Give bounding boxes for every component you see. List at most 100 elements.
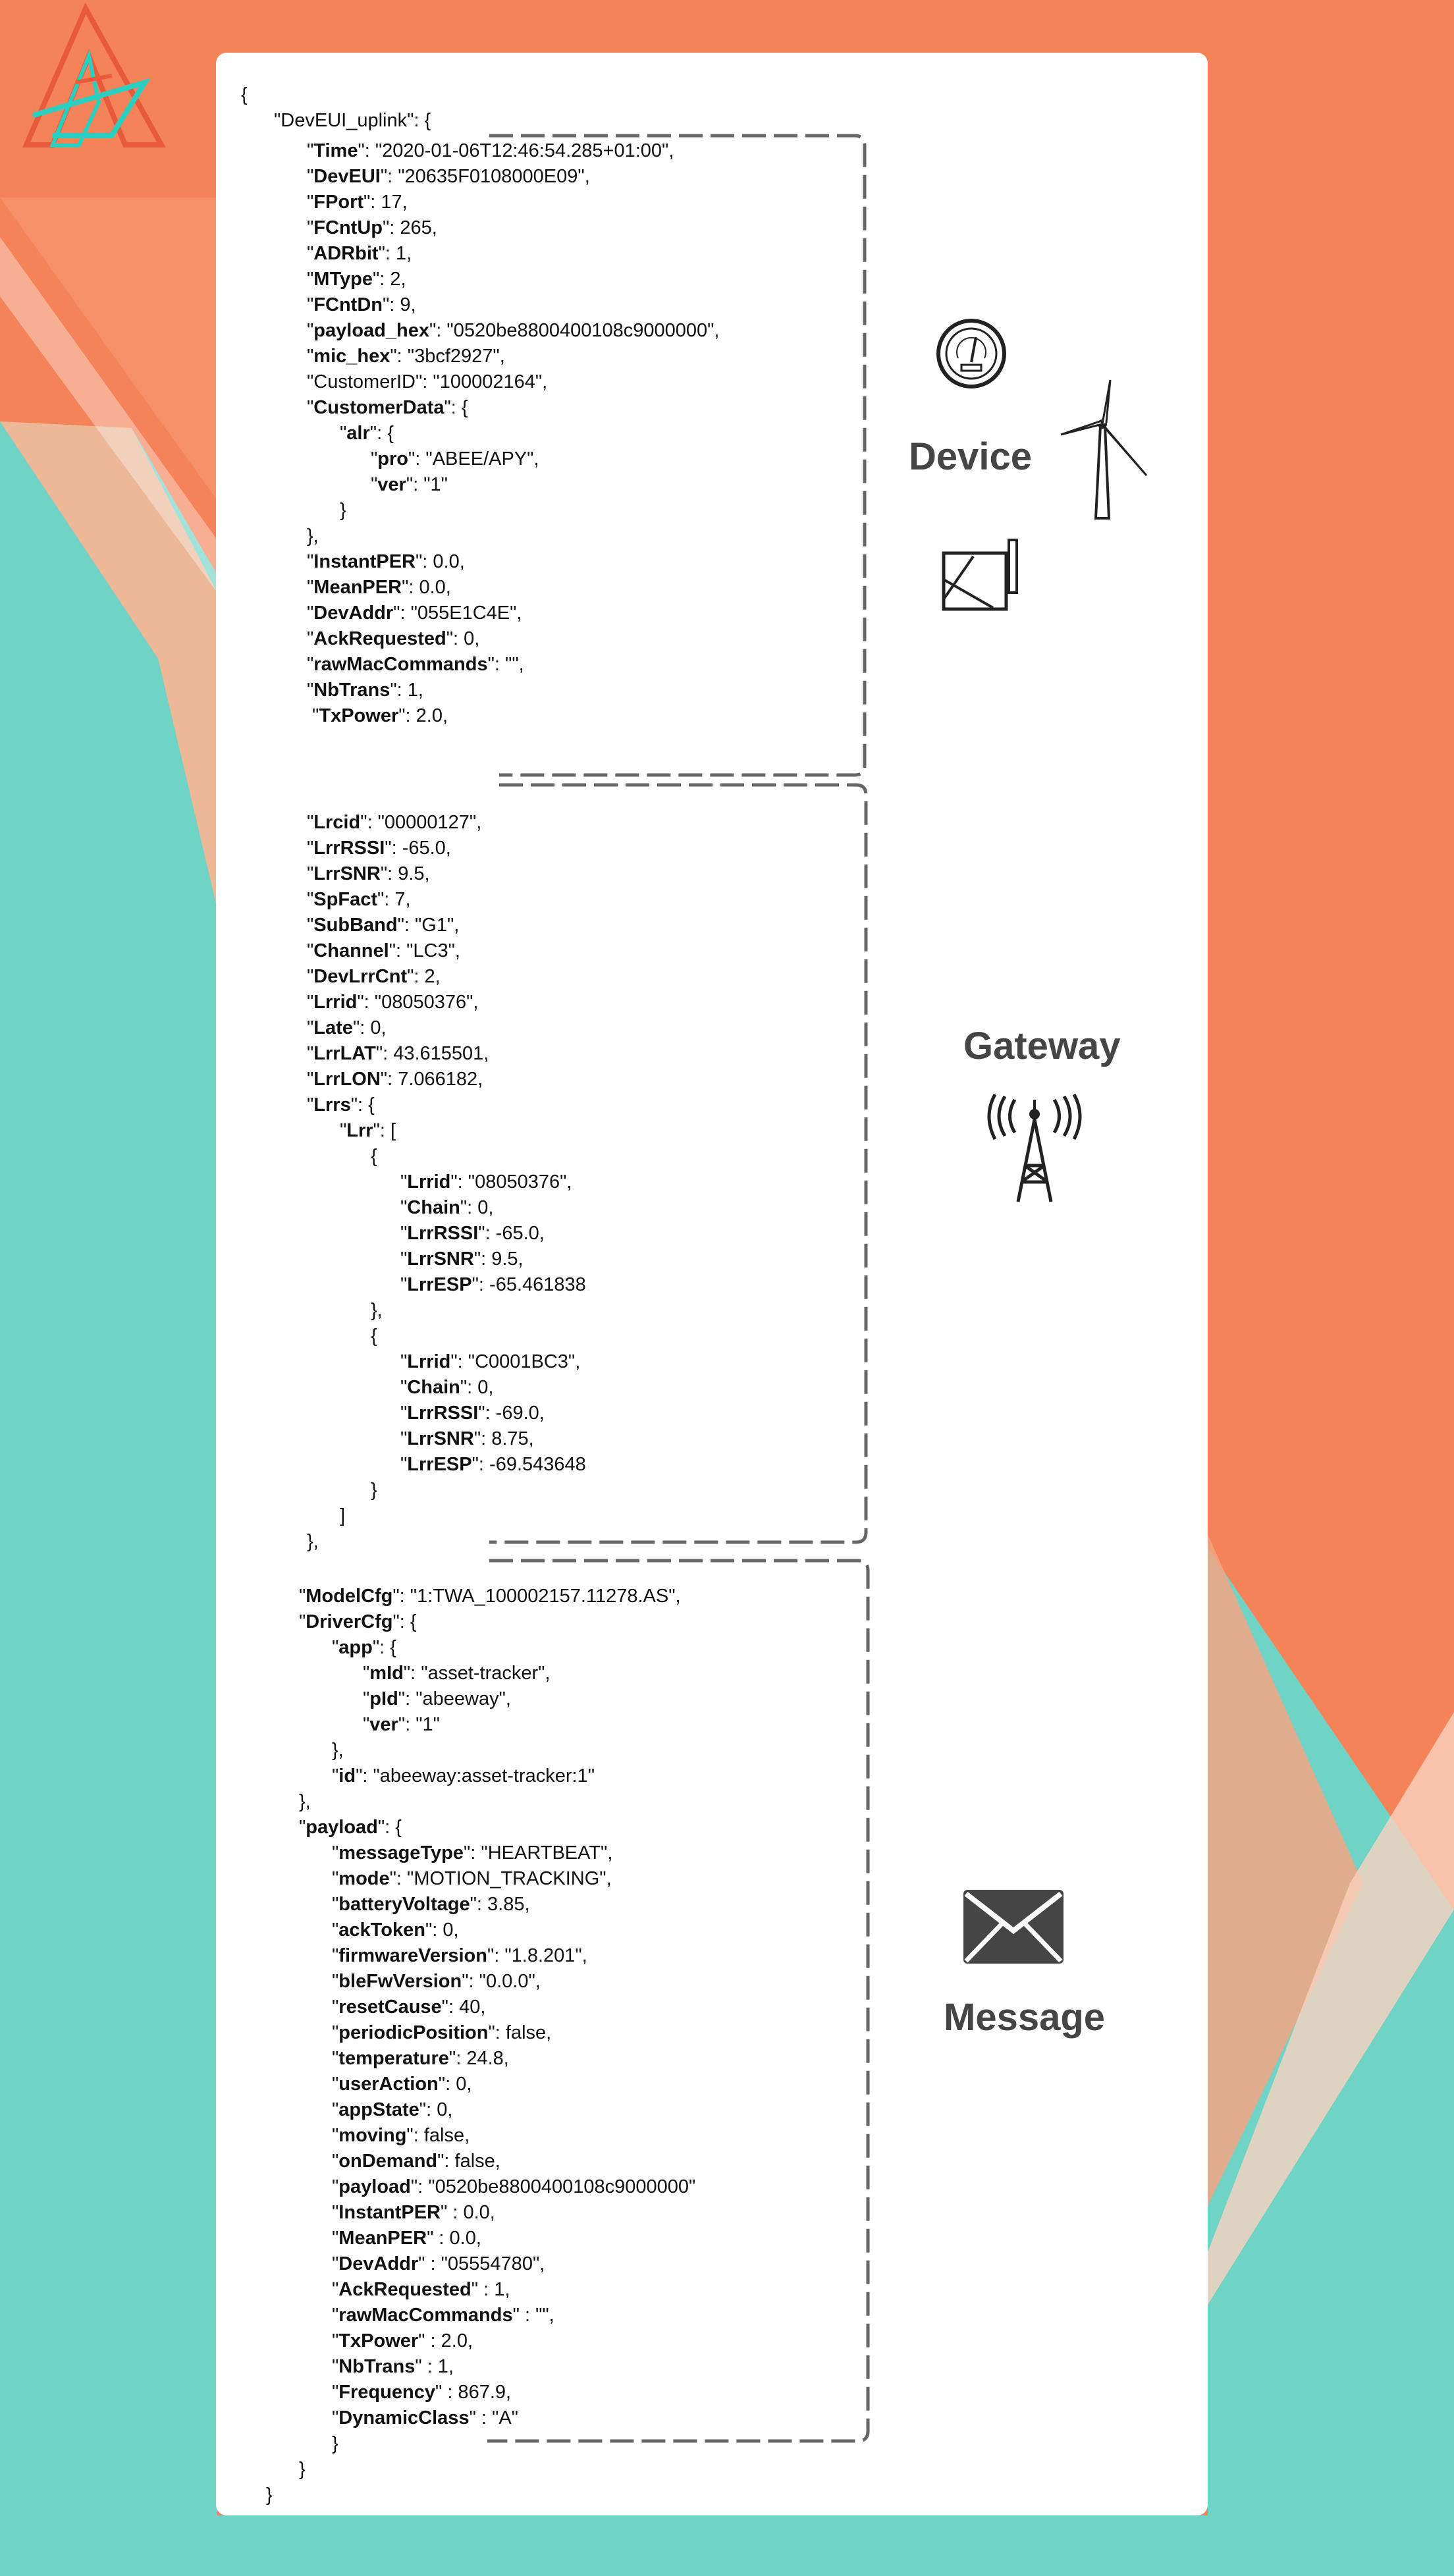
json-line: {	[371, 1324, 377, 1349]
json-prefix: "	[332, 2099, 339, 2120]
json-key: moving	[338, 2125, 407, 2146]
json-value: ": "ABEE/APY",	[408, 448, 539, 470]
json-prefix: "	[400, 1403, 408, 1424]
json-key: LrrESP	[407, 1274, 472, 1295]
json-value: ": {	[350, 1094, 375, 1115]
json-line: "FCntUp": 265,	[307, 215, 437, 241]
json-prefix: "	[307, 940, 314, 961]
logo-icon	[22, 3, 166, 148]
json-value: ": "",	[487, 654, 524, 675]
json-line: "moving": false,	[332, 2123, 470, 2149]
json-key: DevEUI	[313, 166, 381, 187]
json-line: "FCntDn": 9,	[307, 292, 416, 318]
json-value: ": {	[372, 1637, 396, 1658]
json-line: "periodicPosition": false,	[332, 2020, 551, 2046]
json-value: ": "G1",	[397, 915, 460, 936]
json-line: "LrrRSSI": -65.0,	[307, 836, 451, 861]
json-prefix: "	[307, 680, 314, 701]
json-prefix: "	[299, 1817, 306, 1838]
json-key: LrrSNR	[407, 1248, 474, 1270]
json-key: id	[338, 1765, 356, 1786]
json-key: MType	[313, 269, 373, 290]
json-key: Lrrid	[407, 1351, 451, 1372]
json-key: SpFact	[313, 889, 377, 910]
json-value: ": 0.0,	[415, 551, 465, 572]
json-value: ": 9.5,	[473, 1248, 524, 1270]
json-line: "DevEUI_uplink": {	[274, 108, 431, 134]
json-value: ": "20635F0108000E09",	[380, 166, 590, 187]
json-prefix: "	[307, 577, 314, 598]
json-line: }	[332, 2431, 338, 2457]
json-prefix: "	[400, 1454, 408, 1475]
json-line: },	[371, 1298, 383, 1324]
json-value: ": 1,	[390, 680, 423, 701]
json-prefix: "	[332, 2125, 339, 2146]
json-key: LrrESP	[407, 1454, 472, 1475]
json-line: "DevLrrCnt": 2,	[307, 964, 441, 990]
json-line: "rawMacCommands" : "",	[332, 2303, 554, 2328]
json-key: FCntDn	[313, 294, 383, 315]
json-value: ": "3bcf2927",	[390, 346, 505, 367]
json-line: "Frequency" : 867.9,	[332, 2380, 511, 2405]
json-value: ": "0520be8800400108c9000000"	[410, 2176, 696, 2197]
json-value: }	[340, 500, 346, 521]
json-key: Lrrid	[313, 992, 358, 1013]
message-label: Message	[944, 1996, 1106, 2039]
json-line: "MType": 2,	[307, 267, 406, 292]
json-value: ": 0,	[446, 628, 480, 649]
json-line: "pId": "abeeway",	[363, 1686, 511, 1712]
json-line: },	[299, 1789, 311, 1815]
json-value: ": 40,	[441, 1997, 486, 2018]
json-value: },	[299, 1791, 311, 1812]
json-line: "ADRbit": 1,	[307, 241, 412, 267]
json-value: ": -69.543648	[471, 1454, 586, 1475]
json-value: ": 7.066182,	[380, 1069, 483, 1090]
json-prefix: "	[332, 2022, 339, 2043]
json-value: ": "asset-tracker",	[403, 1663, 551, 1684]
json-value: ": {	[444, 397, 468, 418]
json-prefix: "	[307, 1094, 314, 1115]
json-prefix: "	[400, 1248, 408, 1270]
json-value: },	[307, 525, 319, 547]
json-value: ": 0,	[460, 1197, 494, 1218]
json-value: }	[266, 2484, 273, 2506]
json-key: pId	[369, 1688, 398, 1709]
json-value: ": "LC3",	[389, 940, 460, 961]
json-prefix: "	[332, 1765, 339, 1786]
json-line: "TxPower" : 2.0,	[332, 2328, 473, 2354]
json-line: "CustomerID": "100002164",	[307, 369, 547, 395]
json-key: batteryVoltage	[338, 1894, 470, 1915]
json-key: DynamicClass	[338, 2407, 470, 2428]
json-prefix: "	[332, 2356, 339, 2377]
json-line: "bleFwVersion": "0.0.0",	[332, 1969, 541, 1995]
json-prefix: "	[307, 863, 314, 884]
json-prefix: "	[400, 1171, 408, 1193]
json-prefix: "	[332, 2151, 339, 2172]
json-prefix: "	[307, 217, 314, 238]
json-prefix: "	[363, 1688, 370, 1709]
json-key: resetCause	[338, 1997, 442, 2018]
json-prefix: "	[307, 812, 314, 833]
json-key: AckRequested	[338, 2279, 471, 2300]
json-line: {	[371, 1144, 377, 1169]
json-line: "alr": {	[340, 421, 394, 446]
json-line: "batteryVoltage": 3.85,	[332, 1892, 530, 1918]
json-line: "FPort": 17,	[307, 190, 408, 215]
json-key: firmwareVersion	[338, 1945, 487, 1966]
json-prefix: "	[307, 551, 314, 572]
json-value: ": 24.8,	[448, 2048, 509, 2069]
json-key: onDemand	[338, 2151, 438, 2172]
json-line: "Late": 0,	[307, 1015, 387, 1041]
json-line: "LrrESP": -69.543648	[400, 1452, 586, 1478]
json-prefix: "	[307, 371, 314, 392]
json-key: LrrRSSI	[407, 1403, 479, 1424]
json-prefix: "	[307, 294, 314, 315]
json-key: Channel	[313, 940, 389, 961]
json-key: appState	[338, 2099, 419, 2120]
json-line: "LrrESP": -65.461838	[400, 1272, 586, 1298]
json-line: "ver": "1"	[363, 1712, 440, 1738]
json-value: " : 2.0,	[418, 2330, 473, 2351]
json-line: "ModelCfg": "1:TWA_100002157.11278.AS",	[299, 1584, 681, 1609]
json-value: ": "1"	[406, 474, 448, 495]
json-value: ": -65.0,	[385, 838, 451, 859]
